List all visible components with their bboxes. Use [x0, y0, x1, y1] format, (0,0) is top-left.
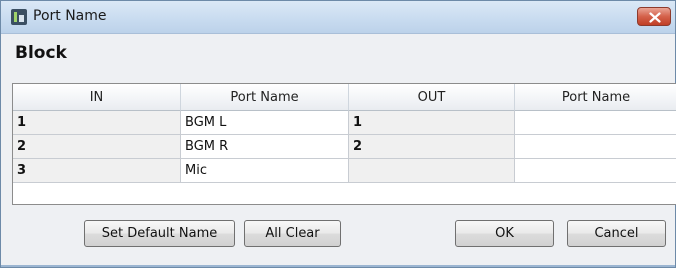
- cancel-button[interactable]: Cancel: [567, 220, 666, 247]
- window-title: Port Name: [33, 8, 107, 24]
- in-number-cell: 1: [13, 111, 181, 135]
- in-port-name-cell[interactable]: BGM R: [181, 135, 349, 159]
- in-port-name-cell[interactable]: BGM L: [181, 111, 349, 135]
- out-port-name-cell[interactable]: [515, 135, 676, 159]
- window-bottom-border: [1, 265, 675, 267]
- out-number-cell: 1: [349, 111, 515, 135]
- in-number-cell: 3: [13, 159, 181, 183]
- column-header-out-port-name[interactable]: Port Name: [515, 84, 676, 111]
- in-port-name-cell[interactable]: Mic: [181, 159, 349, 183]
- block-label: Block: [15, 43, 67, 63]
- out-port-name-cell[interactable]: [515, 111, 676, 135]
- close-icon: [649, 12, 661, 23]
- column-header-out[interactable]: OUT: [349, 84, 515, 111]
- port-name-dialog: Port Name Block IN Port Name OUT Port Na…: [0, 0, 676, 268]
- close-button[interactable]: [637, 7, 671, 26]
- title-bar[interactable]: Port Name: [1, 1, 675, 34]
- in-number-cell: 2: [13, 135, 181, 159]
- ok-button[interactable]: OK: [455, 220, 554, 247]
- column-header-in[interactable]: IN: [13, 84, 181, 111]
- out-number-cell: 2: [349, 135, 515, 159]
- app-icon: [11, 9, 27, 25]
- set-default-name-button[interactable]: Set Default Name: [84, 220, 235, 247]
- port-name-grid: IN Port Name OUT Port Name 1 BGM L 1 2 B…: [12, 83, 676, 205]
- out-port-name-cell[interactable]: [515, 159, 676, 183]
- all-clear-button[interactable]: All Clear: [244, 220, 341, 247]
- column-header-in-port-name[interactable]: Port Name: [181, 84, 349, 111]
- out-number-cell: [349, 159, 515, 183]
